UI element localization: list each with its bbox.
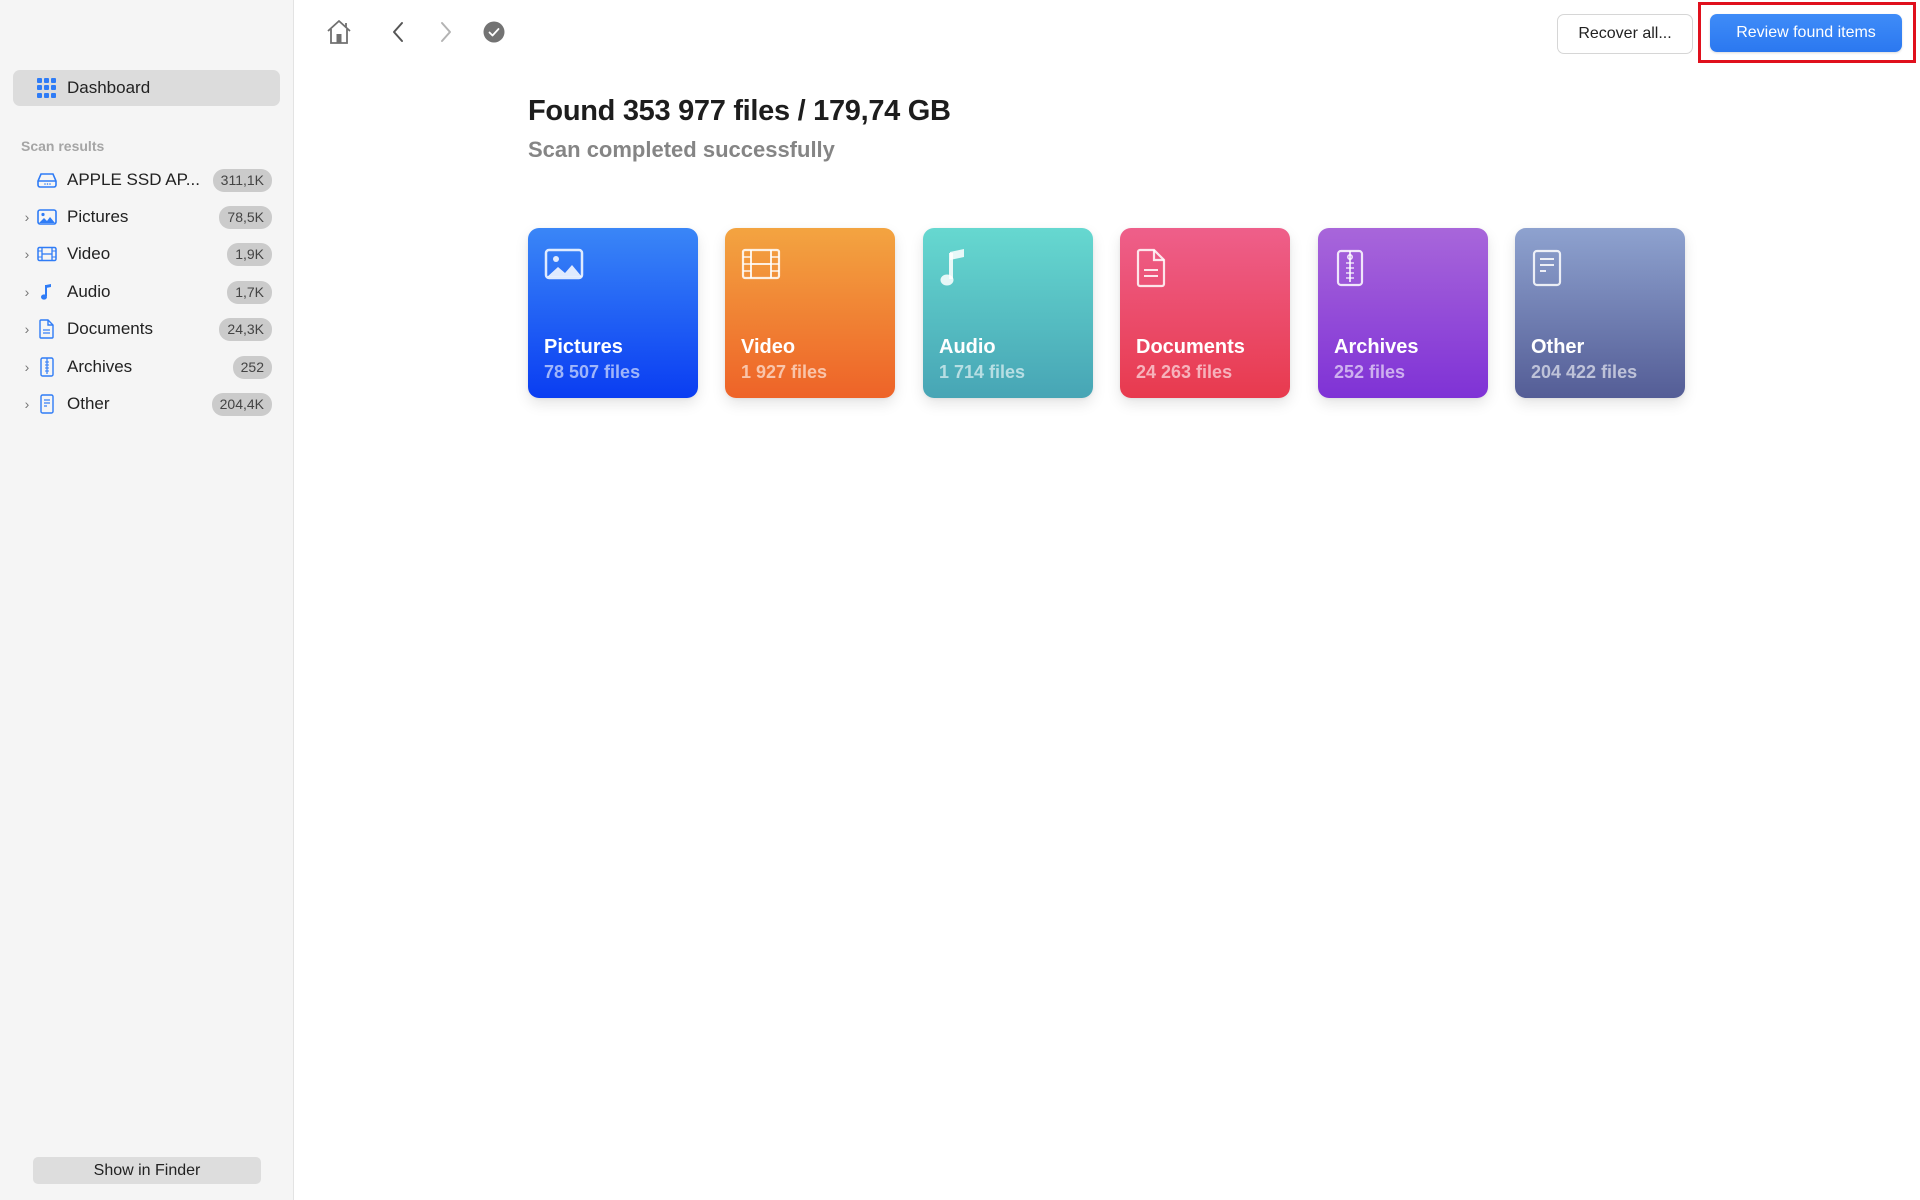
document-icon [1136, 248, 1176, 288]
card-count: 1 927 files [741, 362, 828, 382]
archive-icon [1334, 248, 1374, 288]
card-title: Documents [1136, 336, 1245, 358]
category-card-documents[interactable]: Documents 24 263 files [1120, 228, 1290, 398]
card-title: Audio [939, 336, 996, 358]
music-note-icon [36, 282, 58, 302]
count-badge: 24,3K [219, 317, 272, 341]
other-file-icon [1531, 248, 1571, 288]
category-card-audio[interactable]: Audio 1 714 files [923, 228, 1093, 398]
count-badge: 1,7K [227, 280, 272, 304]
music-note-icon [939, 248, 979, 288]
count-badge: 1,9K [227, 242, 272, 266]
count-badge: 204,4K [211, 392, 272, 416]
card-count: 1 714 files [939, 362, 1026, 382]
card-title: Video [741, 336, 796, 358]
back-button[interactable] [383, 20, 413, 48]
category-card-pictures[interactable]: Pictures 78 507 files [528, 228, 698, 398]
sidebar-item-label: Pictures [67, 207, 129, 226]
category-card-other[interactable]: Other 204 422 files [1515, 228, 1685, 398]
sidebar-item-pictures[interactable]: › Pictures 78,5K [0, 201, 294, 233]
section-label-scan-results: Scan results [21, 138, 105, 154]
count-badge: 78,5K [219, 205, 272, 229]
forward-button[interactable] [431, 20, 461, 48]
chevron-left-icon [391, 21, 405, 48]
sidebar-item-label: Other [67, 394, 110, 413]
chevron-right-icon [439, 21, 453, 48]
sidebar-item-video[interactable]: › Video 1,9K [0, 238, 294, 270]
sidebar-item-apple-ssd[interactable]: › APPLE SSD AP... 311,1K [0, 164, 294, 196]
show-in-finder-button[interactable]: Show in Finder [33, 1157, 261, 1184]
film-icon [36, 244, 58, 264]
chevron-right-icon[interactable]: › [20, 321, 34, 337]
card-title: Pictures [544, 336, 623, 358]
sidebar-item-label: Documents [67, 319, 153, 338]
chevron-right-icon[interactable]: › [20, 359, 34, 375]
sidebar-item-archives[interactable]: › Archives 252 [0, 351, 294, 383]
category-card-video[interactable]: Video 1 927 files [725, 228, 895, 398]
count-badge: 311,1K [212, 168, 272, 192]
home-button[interactable] [324, 19, 354, 50]
category-card-archives[interactable]: Archives 252 files [1318, 228, 1488, 398]
recover-all-button[interactable]: Recover all... [1557, 14, 1693, 54]
sidebar-item-label: APPLE SSD AP... [67, 170, 200, 189]
chevron-right-icon[interactable]: › [20, 209, 34, 225]
sidebar: Dashboard Scan results › APPLE SSD AP...… [0, 0, 294, 1200]
drive-icon [36, 170, 58, 190]
scan-status-text: Scan completed successfully [528, 137, 835, 162]
archive-icon [36, 357, 58, 377]
sidebar-item-label: Audio [67, 282, 111, 301]
card-count: 252 files [1334, 362, 1406, 382]
sidebar-item-audio[interactable]: › Audio 1,7K [0, 276, 294, 308]
sidebar-item-label: Archives [67, 357, 133, 376]
page-title: Found 353 977 files / 179,74 GB [528, 95, 951, 127]
picture-icon [544, 248, 584, 288]
review-found-items-button[interactable]: Review found items [1710, 14, 1902, 52]
sidebar-item-label: Dashboard [67, 78, 151, 97]
count-badge: 252 [232, 355, 272, 379]
film-icon [741, 248, 781, 288]
checkmark-circle-icon [483, 21, 505, 48]
chevron-right-icon[interactable]: › [20, 246, 34, 262]
card-count: 78 507 files [544, 362, 641, 382]
card-title: Archives [1334, 336, 1419, 358]
home-icon [325, 19, 353, 50]
card-count: 24 263 files [1136, 362, 1233, 382]
other-file-icon [36, 394, 58, 414]
sidebar-item-dashboard[interactable]: Dashboard [13, 70, 280, 106]
card-count: 204 422 files [1531, 362, 1638, 382]
chevron-right-icon[interactable]: › [20, 284, 34, 300]
picture-icon [36, 207, 58, 227]
document-icon [36, 319, 58, 339]
sidebar-item-label: Video [67, 244, 111, 263]
chevron-right-icon[interactable]: › [20, 396, 34, 412]
sidebar-item-documents[interactable]: › Documents 24,3K [0, 313, 294, 345]
sidebar-item-other[interactable]: › Other 204,4K [0, 388, 294, 420]
grid-icon [37, 78, 57, 98]
card-title: Other [1531, 336, 1585, 358]
scan-status-button[interactable] [479, 20, 509, 48]
